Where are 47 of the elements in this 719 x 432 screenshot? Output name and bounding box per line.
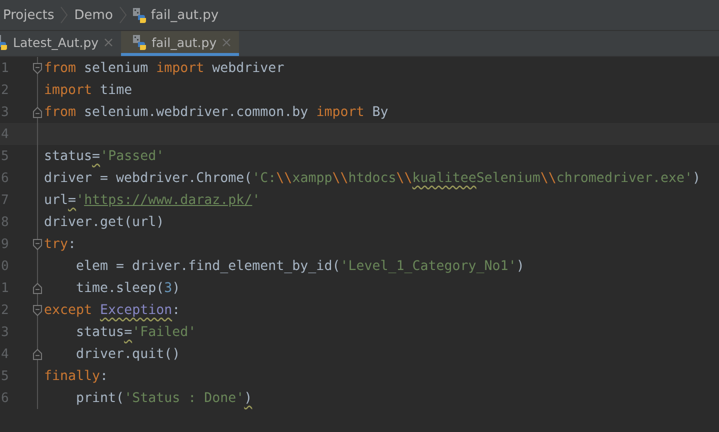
line-number: 7 [1,192,9,208]
code-line: from selenium.webdriver.common.by import By [44,104,388,120]
fold-icon[interactable] [33,106,42,118]
fold-icon[interactable] [33,304,42,316]
breadcrumb-item[interactable]: Demo [74,8,113,22]
fold-icon[interactable] [33,282,42,294]
code-line: driver.get(url) [44,214,164,230]
line-number: 1 [1,280,9,296]
code-line: time.sleep(3) [75,280,180,296]
code-line: from selenium import webdriver [44,60,284,76]
breadcrumb-item[interactable]: fail_aut.py [150,8,219,22]
line-number: 2 [1,302,9,318]
file-tab[interactable]: fail_aut.py [120,31,239,56]
close-icon[interactable] [104,38,113,46]
file-icon [132,8,147,22]
code-line: import time [44,82,132,98]
line-number: 6 [1,170,9,186]
chevron-icon [118,6,127,24]
line-number: 4 [1,346,9,362]
code-line: status='Passed' [44,148,164,164]
fold-icon[interactable] [33,238,42,250]
breadcrumb-item[interactable]: Projects [3,8,54,22]
file-tab[interactable]: Latest_Aut.py [0,31,121,56]
code-line: driver = webdriver.Chrome('C:\\xampp\\htdocs\\kualiteeSelenium\\chromedriver.exe') [44,170,701,186]
line-number: 3 [1,324,9,340]
line-number: 5 [1,148,9,164]
code-line: status='Failed' [75,324,196,340]
line-number: 1 [1,60,9,76]
fold-icon[interactable] [33,62,42,74]
code-line: driver.quit() [75,346,180,362]
fold-icon[interactable] [33,348,42,360]
line-number: 5 [1,368,9,384]
code-line: try: [44,236,76,252]
line-number: 6 [1,390,9,406]
close-icon[interactable] [222,38,231,46]
code-line: finally: [44,368,108,384]
chevron-icon [60,6,68,24]
code-line: elem = driver.find_element_by_id('Level_1_Category_No1') [75,258,524,274]
line-number: 9 [1,236,9,252]
line-number: 3 [1,104,9,120]
code-line: except Exception: [44,302,180,318]
line-number: 0 [1,258,9,274]
line-number: 8 [1,214,9,230]
file-icon [132,34,147,50]
code-line: url='https://www.daraz.pk/' [44,192,260,208]
code-line: print('Status : Done') [75,390,252,406]
line-number: 2 [1,82,9,98]
